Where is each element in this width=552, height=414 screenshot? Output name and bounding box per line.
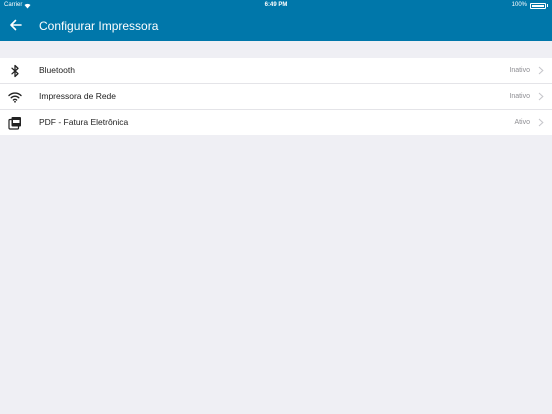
chevron-right-icon	[538, 92, 544, 101]
printer-row-pdf[interactable]: PDF - Fatura Eletrônica Ativo	[0, 110, 552, 135]
chevron-right-icon	[538, 118, 544, 127]
printer-row-network[interactable]: Impressora de Rede Inativo	[0, 84, 552, 110]
battery-tip	[547, 4, 548, 7]
battery-icon	[530, 2, 546, 9]
status-bar: Carrier 6:49 PM 100%	[0, 0, 552, 11]
back-arrow-icon[interactable]	[8, 17, 24, 33]
chevron-right-icon	[538, 66, 544, 75]
status-battery: 100%	[512, 0, 548, 11]
printer-label: Bluetooth	[39, 65, 75, 75]
printer-list: Bluetooth Inativo Impressora de Rede Ina…	[0, 58, 552, 135]
app-header: Carrier 6:49 PM 100% Configurar Impresso…	[0, 0, 552, 41]
battery-percent: 100%	[511, 2, 527, 8]
printer-status: Inativo	[509, 67, 530, 74]
printer-status: Inativo	[509, 93, 530, 100]
wifi-icon	[8, 92, 22, 103]
printer-label: Impressora de Rede	[39, 91, 117, 101]
printer-label: PDF - Fatura Eletrônica	[39, 117, 129, 127]
printer-status: Ativo	[514, 119, 530, 126]
page-title: Configurar Impressora	[39, 19, 159, 33]
printer-row-bluetooth[interactable]: Bluetooth Inativo	[0, 58, 552, 84]
bluetooth-icon	[11, 64, 19, 78]
status-time: 6:49 PM	[264, 2, 288, 8]
pdf-icon	[8, 117, 21, 130]
